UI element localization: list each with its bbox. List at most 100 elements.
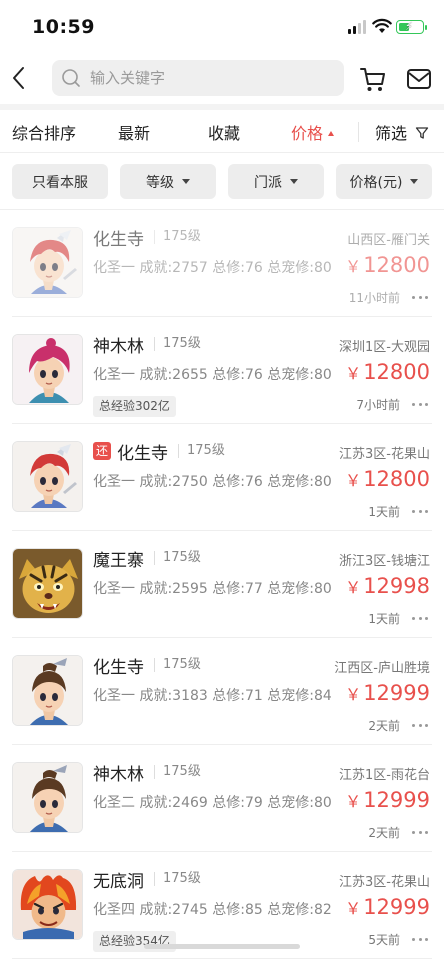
total-exp-badge: 总经验302亿 [93,396,176,417]
status-time: 10:59 [32,16,95,38]
sort-favorites[interactable]: 收藏 [208,120,240,144]
listing-price: ￥12998 [345,574,430,598]
listing-item[interactable]: 魔王寨 175级 浙江3区-钱塘江 化圣一 成就:2595 总修:77 总宠修:80 ￥… [0,532,444,638]
currency-symbol: ￥ [345,257,362,276]
character-avatar [12,227,83,298]
filter-chip-level[interactable]: 等级 [120,164,216,199]
school-name: 化生寺 [117,443,168,464]
currency-symbol: ￥ [345,364,362,383]
character-level: 175级 [154,765,201,779]
school-name: 神木林 [93,336,144,357]
character-stats: 化圣一 成就:2655 总修:76 总宠修:80 [93,367,332,383]
listing-item[interactable]: 神木林 175级 深圳1区-大观园 化圣一 成就:2655 总修:76 总宠修:80 ￥… [0,318,444,424]
filter-chip-own-server[interactable]: 只看本服 [12,164,108,199]
school-name: 无底洞 [93,871,144,892]
row-divider [12,316,432,317]
character-avatar [12,762,83,833]
currency-symbol: ￥ [345,792,362,811]
search-icon [62,69,80,87]
row-divider [12,530,432,531]
character-level: 175级 [154,872,201,886]
battery-charging-icon: ⚡ [396,20,427,34]
listing-time: 2天前 [368,826,400,840]
listing-price: ￥12800 [345,253,430,277]
more-options-button[interactable] [412,398,428,410]
sort-comprehensive[interactable]: 综合排序 [12,120,76,144]
wifi-icon [372,18,392,33]
character-stats: 化圣一 成就:2595 总修:77 总宠修:80 [93,581,332,597]
search-input[interactable] [90,60,330,96]
home-indicator [144,944,300,949]
character-stats: 化圣四 成就:2745 总修:85 总宠修:82 [93,902,332,918]
filter-label: 筛选 [375,124,408,143]
sort-price[interactable]: 价格 [291,120,335,144]
sort-newest[interactable]: 最新 [118,120,150,144]
back-button[interactable] [6,60,34,96]
price-value: 12999 [363,895,430,919]
more-options-button[interactable] [412,612,428,624]
listing-item[interactable]: 化生寺 175级 山西区-雁门关 化圣一 成就:2757 总修:76 总宠修:80 ￥1… [0,211,444,317]
listing-item[interactable]: 化生寺 175级 江西区-庐山胜境 化圣一 成就:3183 总修:71 总宠修:84 ￥… [0,639,444,745]
filter-chip-label: 等级 [146,174,174,191]
listing-title-row: 神木林 175级 [93,332,201,357]
dropdown-caret-icon [290,179,298,184]
row-divider [12,637,432,638]
price-value: 12800 [363,253,430,277]
character-level: 175级 [154,658,201,672]
listing-item[interactable]: 还化生寺 175级 江苏3区-花果山 化圣一 成就:2750 总修:76 总宠修:80… [0,425,444,531]
listing-item[interactable]: 神木林 175级 江苏1区-雨花台 化圣二 成就:2469 总修:79 总宠修:80 ￥… [0,746,444,852]
character-stats: 化圣一 成就:3183 总修:71 总宠修:84 [93,688,332,704]
filter-chip-label: 价格(元) [349,174,403,191]
top-bar [0,52,444,104]
server-name: 江苏3区-花果山 [339,875,430,890]
cart-button[interactable] [358,64,388,94]
currency-symbol: ￥ [345,471,362,490]
filter-button[interactable]: 筛选 [375,120,429,144]
character-level: 175级 [154,337,201,351]
listing-time: 7小时前 [356,398,400,412]
price-value: 12800 [363,467,430,491]
filter-bar: 只看本服 等级 门派 价格(元) [0,152,444,210]
listing-time: 11小时前 [348,291,400,305]
back-chevron-icon [13,67,24,89]
listing-price: ￥12999 [345,681,430,705]
listing-time: 5天前 [368,933,400,947]
row-divider [12,744,432,745]
server-name: 江苏1区-雨花台 [339,768,430,783]
listing-time: 1天前 [368,505,400,519]
price-value: 12998 [363,574,430,598]
server-name: 浙江3区-钱塘江 [339,554,430,569]
character-level: 175级 [154,551,201,565]
mail-button[interactable] [404,65,434,93]
cart-icon [360,68,385,91]
character-avatar [12,655,83,726]
sort-bar: 综合排序 最新 收藏 价格 筛选 [0,110,444,152]
more-options-button[interactable] [412,505,428,517]
currency-symbol: ￥ [345,899,362,918]
return-badge: 还 [93,442,111,460]
listing-time: 1天前 [368,612,400,626]
more-options-button[interactable] [412,719,428,731]
school-name: 魔王寨 [93,550,144,571]
filter-chip-price[interactable]: 价格(元) [336,164,432,199]
character-level: 175级 [154,230,201,244]
character-stats: 化圣二 成就:2469 总修:79 总宠修:80 [93,795,332,811]
more-options-button[interactable] [412,826,428,838]
more-options-button[interactable] [412,933,428,945]
search-bar[interactable] [52,60,344,96]
character-avatar [12,334,83,405]
server-name: 深圳1区-大观园 [339,340,430,355]
price-value: 12999 [363,681,430,705]
filter-chip-school[interactable]: 门派 [228,164,324,199]
server-name: 山西区-雁门关 [347,233,430,248]
currency-symbol: ￥ [345,578,362,597]
filter-chip-label: 门派 [254,174,282,191]
listing-price: ￥12800 [345,360,430,384]
listing-title-row: 化生寺 175级 [93,225,201,250]
school-name: 化生寺 [93,657,144,678]
listing-title-row: 化生寺 175级 [93,653,201,678]
character-avatar [12,548,83,619]
listing-title-row: 魔王寨 175级 [93,546,201,571]
more-options-button[interactable] [412,291,428,303]
filter-chip-label: 只看本服 [32,174,88,191]
